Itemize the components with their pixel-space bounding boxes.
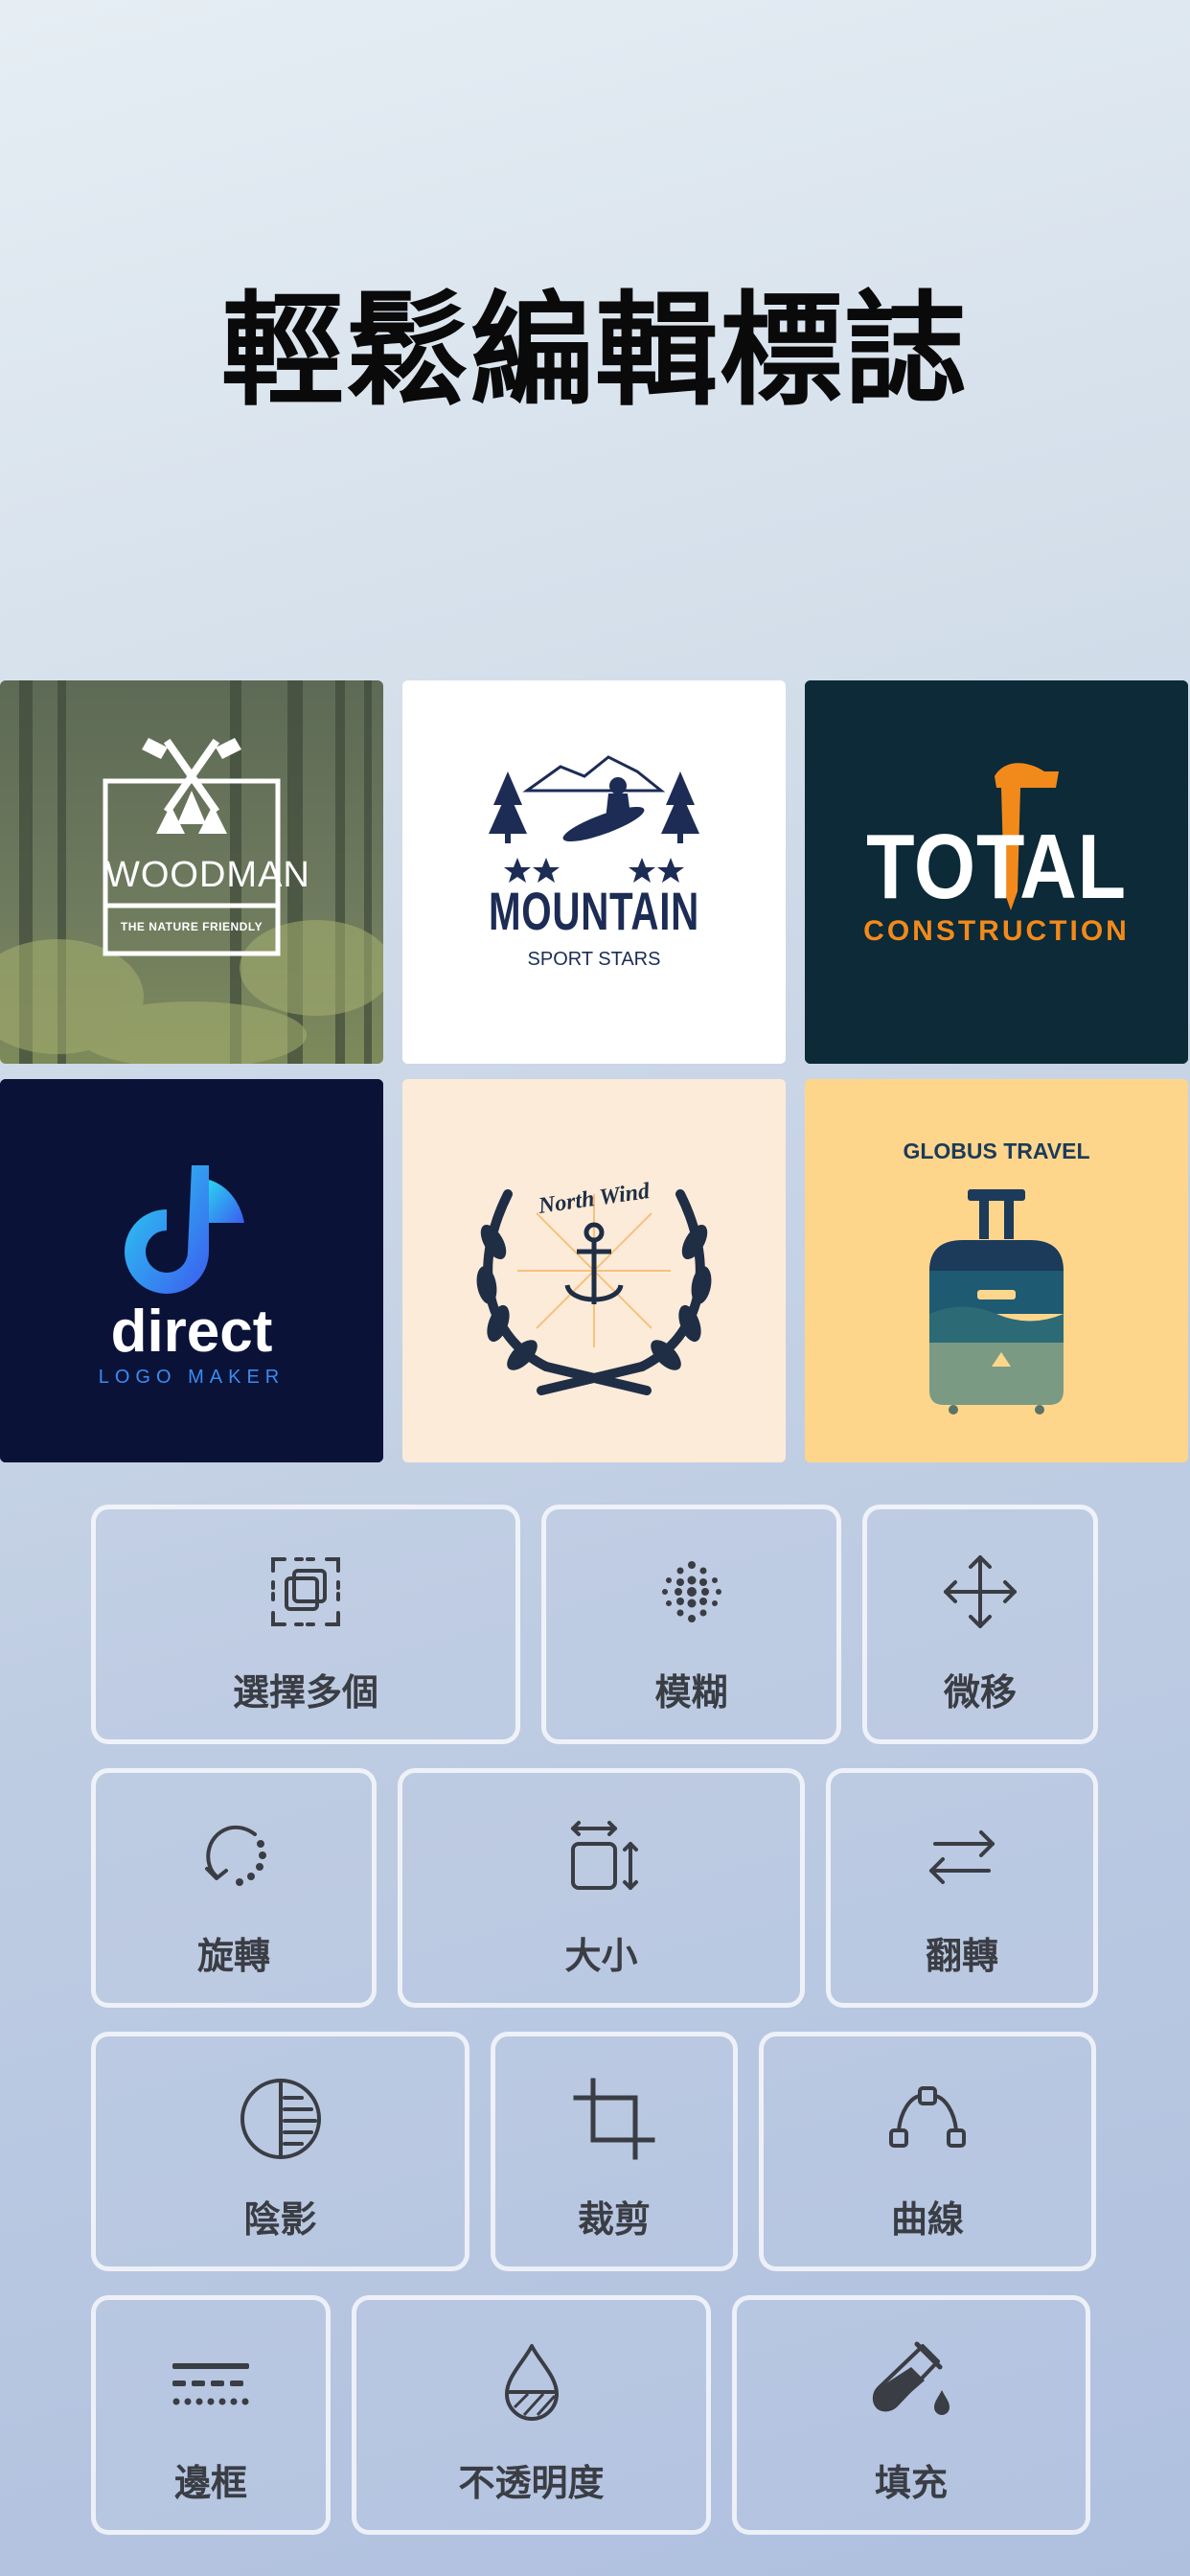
tool-opacity[interactable]: 不透明度 bbox=[352, 2295, 711, 2535]
page-title: 輕鬆編輯標誌 bbox=[220, 280, 969, 423]
tool-fill[interactable]: 填充 bbox=[732, 2295, 1090, 2535]
shadow-icon bbox=[235, 2073, 327, 2165]
fill-icon bbox=[865, 2336, 957, 2428]
rotate-icon bbox=[188, 1809, 280, 1901]
opacity-icon bbox=[486, 2336, 578, 2428]
border-icon bbox=[165, 2336, 257, 2428]
tool-label: 旋轉 bbox=[196, 1935, 270, 1977]
direct-logo bbox=[0, 1079, 383, 1462]
tool-label: 模糊 bbox=[654, 1671, 728, 1714]
tool-curve[interactable]: 曲線 bbox=[759, 2032, 1096, 2271]
tool-border[interactable]: 邊框 bbox=[91, 2295, 331, 2535]
tool-label: 裁剪 bbox=[577, 2198, 651, 2241]
tool-label: 翻轉 bbox=[925, 1935, 998, 1977]
tool-resize[interactable]: 大小 bbox=[398, 1768, 805, 2008]
tool-label: 陰影 bbox=[243, 2198, 317, 2241]
tool-crop[interactable]: 裁剪 bbox=[491, 2032, 738, 2271]
tool-shadow[interactable]: 陰影 bbox=[91, 2032, 469, 2271]
tool-label: 曲線 bbox=[890, 2198, 964, 2241]
mountain-name: MOUNTAIN bbox=[488, 881, 700, 941]
curve-icon bbox=[881, 2073, 973, 2165]
tool-select-multiple[interactable]: 選擇多個 bbox=[91, 1505, 520, 1744]
woodman-tagline: THE NATURE FRIENDLY bbox=[120, 920, 263, 933]
direct-tagline: LOGO MAKER bbox=[98, 1367, 286, 1388]
tool-label: 邊框 bbox=[173, 2462, 247, 2504]
blur-icon bbox=[646, 1546, 738, 1638]
crop-icon bbox=[568, 2073, 660, 2165]
logo-tile-northwind[interactable]: North Wind bbox=[402, 1079, 786, 1462]
mountain-logo bbox=[402, 680, 786, 1064]
tool-label: 微移 bbox=[943, 1671, 1017, 1714]
move-icon bbox=[934, 1546, 1026, 1638]
total-name: TOTAL bbox=[866, 816, 1127, 918]
tool-move[interactable]: 微移 bbox=[862, 1505, 1098, 1744]
logo-tile-direct[interactable]: direct LOGO MAKER bbox=[0, 1079, 383, 1462]
total-tagline: CONSTRUCTION bbox=[863, 915, 1130, 947]
globus-logo bbox=[805, 1079, 1188, 1462]
tool-label: 選擇多個 bbox=[232, 1671, 378, 1714]
logo-tile-total[interactable]: TOTAL CONSTRUCTION bbox=[805, 680, 1188, 1064]
northwind-logo bbox=[402, 1079, 786, 1462]
tool-rotate[interactable]: 旋轉 bbox=[91, 1768, 377, 2008]
logo-tile-mountain[interactable]: MOUNTAIN SPORT STARS bbox=[402, 680, 786, 1064]
tool-blur[interactable]: 模糊 bbox=[541, 1505, 841, 1744]
globus-name: GLOBUS TRAVEL bbox=[903, 1138, 1090, 1163]
mountain-tagline: SPORT STARS bbox=[527, 949, 661, 970]
tool-label: 不透明度 bbox=[458, 2462, 605, 2504]
tool-label: 填充 bbox=[874, 2462, 948, 2504]
woodman-name: WOODMAN bbox=[105, 855, 310, 895]
resize-icon bbox=[556, 1809, 648, 1901]
direct-name: direct bbox=[110, 1299, 273, 1365]
select-multiple-icon bbox=[260, 1546, 352, 1638]
flip-icon bbox=[916, 1809, 1008, 1901]
tool-label: 大小 bbox=[564, 1935, 638, 1977]
tool-flip[interactable]: 翻轉 bbox=[826, 1768, 1098, 2008]
logo-tile-woodman[interactable]: WOODMAN THE NATURE FRIENDLY bbox=[0, 680, 383, 1064]
logo-tile-globus[interactable]: GLOBUS TRAVEL bbox=[805, 1079, 1188, 1462]
